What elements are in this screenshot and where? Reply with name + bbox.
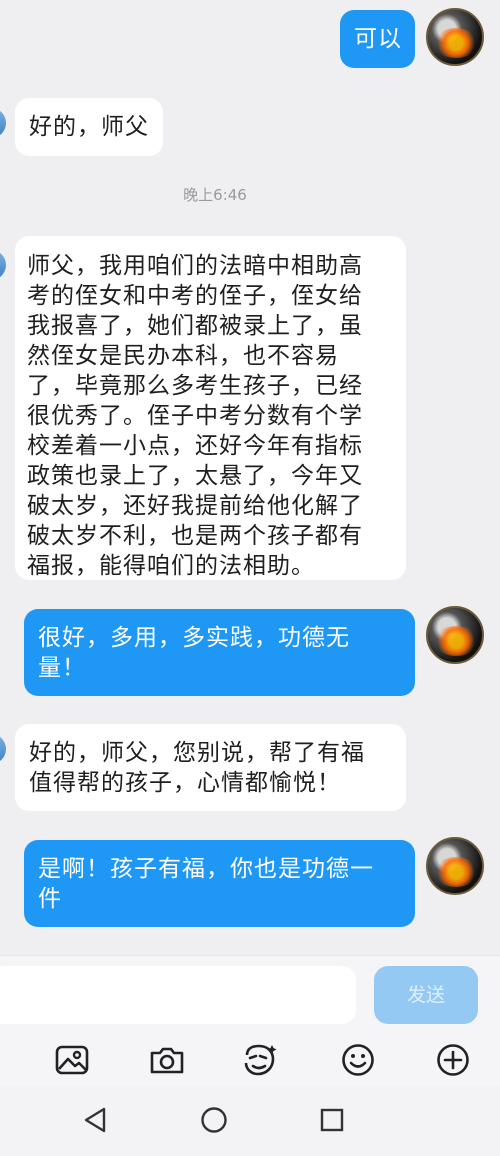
- message-bubble-outgoing[interactable]: 是啊！孩子有福，你也是功德一 件: [24, 840, 415, 927]
- contact-avatar[interactable]: [0, 250, 6, 280]
- plus-icon[interactable]: [433, 1040, 473, 1080]
- message-line: 破太岁，还好我提前给他化解了: [27, 493, 363, 519]
- message-text: 好的，师父: [29, 114, 149, 140]
- message-bubble-incoming[interactable]: 好的，师父: [15, 98, 163, 156]
- timestamp: 晚上6:46: [183, 186, 247, 204]
- message-line: 师父，我用咱们的法暗中相助高: [27, 253, 363, 279]
- message-line: 破太岁不利，也是两个孩子都有: [27, 523, 363, 549]
- message-line: 然侄女是民办本科，也不容易: [27, 343, 339, 369]
- chat-area: 可以 好的，师父 晚上6:46 师父，我用咱们的法暗中相助高 考的侄女和中考的侄…: [0, 0, 500, 955]
- message-line: 好的，师父，您别说，帮了有福: [29, 740, 365, 766]
- message-line: 福报，能得咱们的法相助。: [27, 553, 315, 579]
- message-bubble-outgoing[interactable]: 很好，多用，多实践，功德无 量！: [24, 609, 415, 696]
- message-line: 考的侄女和中考的侄子，侄女给: [27, 283, 363, 309]
- message-line: 量！: [38, 655, 86, 681]
- message-bubble-incoming[interactable]: 师父，我用咱们的法暗中相助高 考的侄女和中考的侄子，侄女给 我报喜了，她们都被录…: [15, 236, 406, 580]
- home-icon[interactable]: [192, 1098, 236, 1142]
- my-avatar[interactable]: [426, 8, 484, 66]
- message-line: 政策也录上了，太悬了，今年又: [27, 463, 363, 489]
- message-line: 件: [38, 886, 62, 912]
- send-button[interactable]: 发送: [374, 966, 478, 1024]
- message-input[interactable]: [0, 966, 356, 1024]
- message-line: 了，毕竟那么多考生孩子，已经: [27, 373, 363, 399]
- camera-icon[interactable]: [147, 1040, 187, 1080]
- my-avatar[interactable]: [426, 606, 484, 664]
- back-icon[interactable]: [73, 1098, 117, 1142]
- contact-avatar[interactable]: [0, 734, 6, 764]
- message-line: 我报喜了，她们都被录上了，虽: [27, 313, 363, 339]
- message-text: 可以: [354, 26, 402, 52]
- message-bubble-outgoing[interactable]: 可以: [340, 10, 415, 68]
- input-toolbar: [0, 1030, 500, 1086]
- message-line: 校差着一小点，还好今年有指标: [27, 433, 363, 459]
- message-line: 是啊！孩子有福，你也是功德一: [38, 856, 374, 882]
- emoji-icon[interactable]: [338, 1040, 378, 1080]
- message-bubble-incoming[interactable]: 好的，师父，您别说，帮了有福 值得帮的孩子，心情都愉悦！: [15, 724, 406, 811]
- message-line: 很优秀了。侄子中考分数有个学: [27, 403, 363, 429]
- sticker-icon[interactable]: [240, 1040, 280, 1080]
- recents-icon[interactable]: [310, 1098, 354, 1142]
- message-line: 很好，多用，多实践，功德无: [38, 625, 350, 651]
- contact-avatar[interactable]: [0, 108, 6, 138]
- image-icon[interactable]: [52, 1040, 92, 1080]
- system-navbar: [0, 1086, 500, 1156]
- my-avatar[interactable]: [426, 837, 484, 895]
- message-line: 值得帮的孩子，心情都愉悦！: [29, 770, 341, 796]
